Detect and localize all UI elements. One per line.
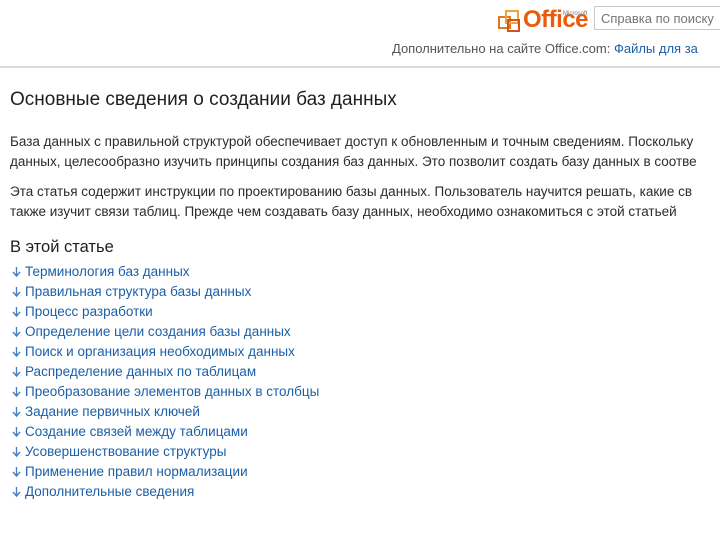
- toc-link-relationships[interactable]: Создание связей между таблицами: [25, 422, 248, 442]
- toc-link-purpose[interactable]: Определение цели создания базы данных: [25, 322, 291, 342]
- scope-line-2: также изучит связи таблиц. Прежде чем со…: [10, 204, 677, 219]
- down-arrow-icon: [10, 446, 22, 458]
- down-arrow-icon: [10, 266, 22, 278]
- toc-item: Правильная структура базы данных: [10, 282, 720, 302]
- down-arrow-icon: [10, 386, 22, 398]
- toc-link-tables[interactable]: Распределение данных по таблицам: [25, 362, 256, 382]
- scope-paragraph: Эта статья содержит инструкции по проект…: [10, 182, 720, 222]
- toc-item: Усовершенствование структуры: [10, 442, 720, 462]
- down-arrow-icon: [10, 426, 22, 438]
- down-arrow-icon: [10, 366, 22, 378]
- toc-item: Терминология баз данных: [10, 262, 720, 282]
- toc-link-primary-keys[interactable]: Задание первичных ключей: [25, 402, 200, 422]
- article-content: Основные сведения о создании баз данных …: [10, 86, 720, 502]
- toc-item: Процесс разработки: [10, 302, 720, 322]
- more-prefix-label: Дополнительно на сайте Office.com:: [392, 41, 611, 56]
- intro-line-2: данных, целесообразно изучить принципы с…: [10, 154, 697, 169]
- office-logo[interactable]: Office Microsoft: [498, 6, 589, 32]
- toc-item: Задание первичных ключей: [10, 402, 720, 422]
- toc-list: Терминология баз данных Правильная струк…: [10, 262, 720, 502]
- logo-text: Office Microsoft: [523, 8, 589, 32]
- down-arrow-icon: [10, 346, 22, 358]
- scope-line-1: Эта статья содержит инструкции по проект…: [10, 184, 693, 199]
- search-input[interactable]: [594, 6, 720, 30]
- toc-link-columns[interactable]: Преобразование элементов данных в столбц…: [25, 382, 319, 402]
- toc-link-refine[interactable]: Усовершенствование структуры: [25, 442, 226, 462]
- files-link[interactable]: Файлы для за: [614, 41, 698, 56]
- toc-item: Применение правил нормализации: [10, 462, 720, 482]
- toc-item: Распределение данных по таблицам: [10, 362, 720, 382]
- toc-link-normalization[interactable]: Применение правил нормализации: [25, 462, 248, 482]
- logo-microsoft-label: Microsoft: [563, 11, 588, 17]
- office-logo-icon: [498, 10, 520, 32]
- more-on-site-line: Дополнительно на сайте Office.com: Файлы…: [392, 41, 698, 56]
- down-arrow-icon: [10, 306, 22, 318]
- site-header: OfficeMicrosoft Дополнительно на сайте O…: [0, 0, 720, 68]
- toc-item: Определение цели создания базы данных: [10, 322, 720, 342]
- toc-item: Поиск и организация необходимых данных: [10, 342, 720, 362]
- toc-item: Дополнительные сведения: [10, 482, 720, 502]
- intro-line-1: База данных с правильной структурой обес…: [10, 134, 694, 149]
- toc-heading: В этой статье: [10, 238, 114, 256]
- header-divider: [0, 66, 720, 68]
- down-arrow-icon: [10, 286, 22, 298]
- toc-link-more-info[interactable]: Дополнительные сведения: [25, 482, 194, 502]
- toc-link-find-organize[interactable]: Поиск и организация необходимых данных: [25, 342, 295, 362]
- page-title: Основные сведения о создании баз данных: [10, 89, 397, 110]
- toc-link-good-design[interactable]: Правильная структура базы данных: [25, 282, 251, 302]
- toc-link-design-process[interactable]: Процесс разработки: [25, 302, 153, 322]
- toc-item: Создание связей между таблицами: [10, 422, 720, 442]
- intro-paragraph: База данных с правильной структурой обес…: [10, 132, 720, 172]
- down-arrow-icon: [10, 326, 22, 338]
- down-arrow-icon: [10, 406, 22, 418]
- down-arrow-icon: [10, 466, 22, 478]
- down-arrow-icon: [10, 486, 22, 498]
- toc-link-terminology[interactable]: Терминология баз данных: [25, 262, 190, 282]
- toc-item: Преобразование элементов данных в столбц…: [10, 382, 720, 402]
